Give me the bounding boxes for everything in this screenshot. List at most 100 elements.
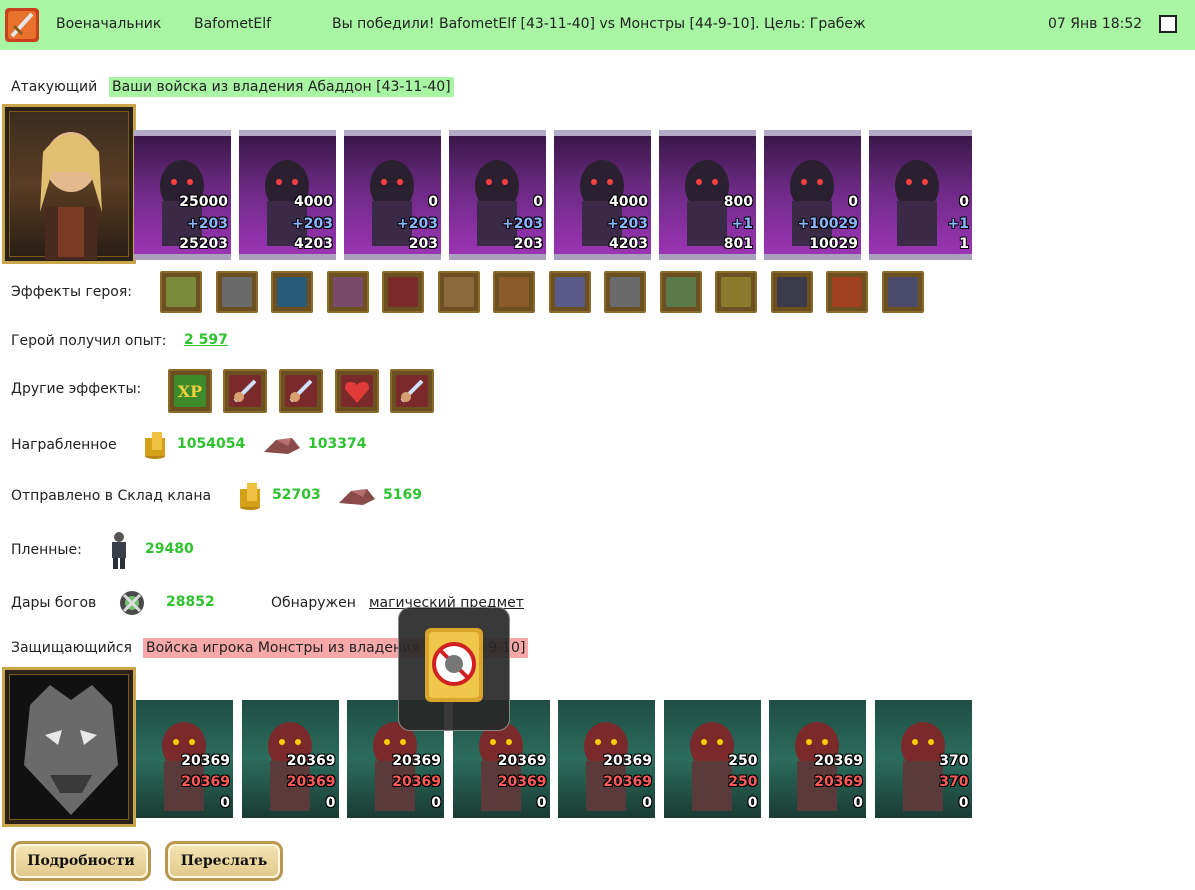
gift-orb-icon	[120, 591, 144, 615]
experience-label: Герой получил опыт:	[11, 333, 167, 349]
attacker-unit-card[interactable]: 25000 +203 25203	[134, 130, 231, 260]
helmet-icon[interactable]	[437, 271, 480, 313]
defender-unit-card[interactable]: 20369 20369 0	[136, 700, 233, 818]
unit-count-after: 0	[220, 795, 230, 811]
unit-count-after: 0	[958, 795, 969, 811]
sword-shape	[233, 379, 257, 403]
gold-bag-icon[interactable]	[160, 271, 202, 313]
unit-count-lost: 20369	[286, 774, 336, 790]
hero-effects-label: Эффекты героя:	[11, 284, 133, 300]
unit-count-before: 20369	[603, 753, 652, 769]
unit-count-after: 25203	[179, 236, 228, 252]
attacker-unit-card[interactable]: 0 +203 203	[344, 130, 441, 260]
cloak-icon[interactable]	[826, 271, 868, 313]
unit-count-change: +203	[292, 216, 333, 232]
unit-count-before: 0	[428, 194, 438, 210]
forward-button[interactable]: Переслать	[165, 841, 283, 881]
unit-count-lost: 20369	[814, 774, 863, 790]
unit-count-after: 1	[959, 236, 969, 252]
loot-label: Награбленное	[11, 437, 117, 453]
unit-count-lost: 20369	[392, 774, 441, 790]
unit-count-after: 0	[642, 795, 652, 811]
magic-scroll-icon	[425, 628, 483, 702]
armor-icon[interactable]	[382, 271, 424, 313]
unit-count-before: 800	[723, 194, 753, 210]
unit-count-before: 0	[848, 194, 858, 210]
attacker-unit-card[interactable]: 0 +203 203	[449, 130, 546, 260]
datetime: 07 Янв 18:52	[1048, 16, 1143, 32]
heart-sword-icon[interactable]	[335, 369, 379, 413]
battle-sword-icon	[5, 8, 39, 42]
select-checkbox[interactable]	[1159, 15, 1177, 33]
unit-count-before: 250	[728, 753, 758, 769]
unit-count-before: 0	[959, 194, 969, 210]
unit-count-before: 4000	[609, 194, 648, 210]
defender-unit-card[interactable]: 20369 20369 0	[241, 700, 339, 818]
unit-count-before: 20369	[181, 753, 230, 769]
unit-count-lost: 370	[939, 774, 969, 790]
defender-unit-card[interactable]: 250 250 0	[663, 700, 761, 818]
unit-count-before: 370	[939, 753, 969, 769]
unit-count-change: +203	[397, 216, 438, 232]
unit-count-change: +1	[947, 216, 969, 232]
belt-icon[interactable]	[493, 271, 535, 313]
attacker-unit-card[interactable]: 4000 +203 4203	[554, 130, 651, 260]
attacker-unit-card[interactable]: 0 +10029 10029	[764, 130, 861, 260]
gauntlet-icon[interactable]	[881, 271, 924, 313]
hero-figure-icon	[40, 132, 102, 260]
fist-sword-icon[interactable]	[223, 369, 267, 413]
other-effects-label: Другие эффекты:	[11, 381, 142, 397]
magic-item-popup[interactable]	[398, 607, 510, 731]
clan-storage-label: Отправлено в Склад клана	[11, 488, 212, 504]
unit-count-change: +203	[187, 216, 228, 232]
unit-count-before: 20369	[814, 753, 863, 769]
unit-count-lost: 250	[728, 774, 758, 790]
defender-unit-card[interactable]: 370 370 0	[874, 700, 972, 818]
sword-shape	[400, 379, 424, 403]
top-bar: Военачальник BafometElf Вы победили! Baf…	[0, 0, 1195, 50]
unit-count-after: 10029	[809, 236, 858, 252]
experience-value[interactable]: 2 597	[184, 332, 228, 348]
fist-sword-icon[interactable]	[390, 369, 434, 413]
defender-portrait[interactable]	[2, 667, 136, 827]
defender-unit-card[interactable]: 20369 20369 0	[558, 700, 655, 818]
unit-count-after: 0	[536, 795, 547, 811]
fist-sword-icon[interactable]	[279, 369, 323, 413]
boots-icon[interactable]	[770, 271, 813, 313]
attacker-unit-card[interactable]: 0 +1 1	[869, 130, 972, 260]
unit-count-after: 801	[723, 236, 753, 252]
defender-label: Защищающийся	[11, 640, 132, 656]
prisoners-value: 29480	[145, 541, 194, 557]
shield-icon[interactable]	[715, 271, 757, 313]
unit-count-change: +10029	[797, 216, 858, 232]
unit-count-after: 4203	[609, 236, 648, 252]
sword-icon[interactable]	[659, 271, 702, 313]
unit-count-before: 20369	[497, 753, 547, 769]
unit-count-after: 203	[513, 236, 543, 252]
xp-icon[interactable]: XP	[168, 369, 212, 413]
unit-count-lost: 20369	[603, 774, 652, 790]
unit-count-before: 4000	[294, 194, 333, 210]
unit-count-after: 4203	[294, 236, 333, 252]
xp-label: XP	[177, 381, 203, 401]
unit-count-before: 25000	[179, 194, 228, 210]
unit-count-change: +1	[731, 216, 753, 232]
details-button[interactable]: Подробности	[11, 841, 151, 881]
player-name[interactable]: BafometElf	[194, 16, 271, 32]
battle-result: Вы победили! BafometElf [43-11-40] vs Мо…	[332, 16, 866, 32]
loot-gold: 1054054	[177, 436, 246, 452]
chain-icon[interactable]	[604, 271, 646, 313]
potion-icon[interactable]	[271, 271, 313, 313]
sword-shape	[289, 379, 313, 403]
unit-count-change: +203	[502, 216, 543, 232]
attacker-unit-card[interactable]: 800 +1 801	[659, 130, 756, 260]
unit-count-lost: 20369	[181, 774, 230, 790]
defender-unit-card[interactable]: 20369 20369 0	[769, 700, 866, 818]
castle-icon[interactable]	[215, 271, 258, 313]
crown-icon[interactable]	[326, 271, 369, 313]
attacker-hero-portrait[interactable]	[2, 104, 136, 264]
unit-count-after: 0	[431, 795, 441, 811]
attacker-unit-card[interactable]: 4000 +203 4203	[239, 130, 336, 260]
ring-icon[interactable]	[548, 271, 591, 313]
ore-icon	[339, 489, 375, 505]
